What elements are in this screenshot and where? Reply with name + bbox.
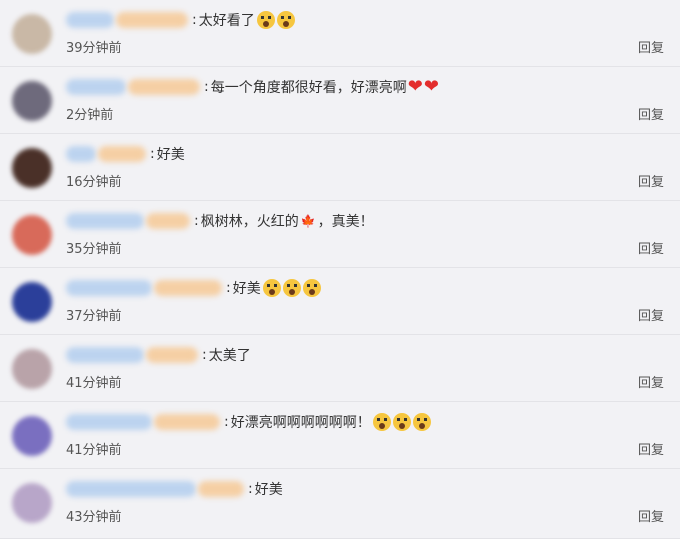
red-heart-icon: ❤ [407,76,423,97]
separator: : [150,146,155,162]
avatar[interactable] [12,483,52,523]
timestamp: 39分钟前 [66,41,122,56]
username-blurred[interactable] [116,12,188,28]
red-heart-icon: ❤ [423,76,439,97]
comment-row: : 好漂亮啊啊啊啊啊啊！ 41分钟前 回复 [0,402,680,469]
comment-text: 好漂亮啊啊啊啊啊啊！ [230,415,371,431]
comment-text: 好美 [232,281,261,297]
comment-line: : 好美 [66,477,283,501]
comment-line: : 好漂亮啊啊啊啊啊啊！ [66,410,431,434]
comment-row: : 好美 16分钟前 回复 [0,134,680,201]
scared-face-emoji-icon [282,279,301,297]
username-blurred[interactable] [66,481,196,497]
username-blurred[interactable] [66,79,126,95]
comment-text: 每一个角度都很好看，好漂亮啊 [210,80,407,96]
comment-text: 太好看了 [198,13,255,29]
timestamp: 43分钟前 [66,510,122,525]
separator: : [202,347,207,363]
username-blurred[interactable] [66,347,144,363]
scared-face-emoji-icon [256,11,275,29]
avatar[interactable] [12,81,52,121]
comment-row: : 好美 37分钟前 回复 [0,268,680,335]
scared-face-emoji-icon [392,413,411,431]
username-blurred[interactable] [98,146,146,162]
timestamp: 41分钟前 [66,443,122,458]
username-blurred[interactable] [66,280,152,296]
timestamp: 35分钟前 [66,242,122,257]
reply-button[interactable]: 回复 [638,171,664,190]
reply-button[interactable]: 回复 [638,372,664,391]
comment-row: : 好美 43分钟前 回复 [0,469,680,539]
comment-line: : 好美 [66,142,185,166]
separator: : [224,414,229,430]
avatar[interactable] [12,14,52,54]
comment-row: : 枫树林，火红的 🍁 ，真美！ 35分钟前 回复 [0,201,680,268]
scared-face-emoji-icon [302,279,321,297]
comment-row: : 每一个角度都很好看，好漂亮啊 ❤❤ 2分钟前 回复 [0,67,680,134]
username-blurred[interactable] [66,12,114,28]
username-blurred[interactable] [146,347,198,363]
maple-leaf-icon: 🍁 [300,214,316,228]
avatar[interactable] [12,215,52,255]
scared-face-emoji-icon [276,11,295,29]
emoji-group [255,11,295,29]
avatar[interactable] [12,282,52,322]
scared-face-emoji-icon [372,413,391,431]
comment-text: 太美了 [208,348,251,364]
comment-text: 好美 [156,147,185,163]
scared-face-emoji-icon [412,413,431,431]
separator: : [248,481,253,497]
comment-list: : 太好看了 39分钟前 回复 : 每一个角度都很好看，好漂亮啊 ❤❤ 2分钟前… [0,0,680,539]
timestamp: 41分钟前 [66,376,122,391]
username-blurred[interactable] [128,79,200,95]
avatar[interactable] [12,416,52,456]
username-blurred[interactable] [146,213,190,229]
emoji-group: ❤❤ [407,78,439,96]
username-blurred[interactable] [66,414,152,430]
emoji-group [371,413,431,431]
username-blurred[interactable] [66,213,144,229]
emoji-group [261,279,321,297]
comment-line: : 好美 [66,276,321,300]
username-blurred[interactable] [154,414,220,430]
comment-text: 枫树林，火红的 [200,214,299,230]
separator: : [226,280,231,296]
username-blurred[interactable] [154,280,222,296]
username-blurred[interactable] [66,146,96,162]
reply-button[interactable]: 回复 [638,37,664,56]
reply-button[interactable]: 回复 [638,104,664,123]
reply-button[interactable]: 回复 [638,238,664,257]
timestamp: 37分钟前 [66,309,122,324]
timestamp: 2分钟前 [66,108,114,123]
scared-face-emoji-icon [262,279,281,297]
separator: : [192,12,197,28]
comment-line: : 太美了 [66,343,251,367]
reply-button[interactable]: 回复 [638,305,664,324]
comment-line: : 枫树林，火红的 🍁 ，真美！ [66,209,374,233]
comment-text: 好美 [254,482,283,498]
reply-button[interactable]: 回复 [638,439,664,458]
comment-line: : 太好看了 [66,8,295,32]
avatar[interactable] [12,148,52,188]
comment-row: : 太美了 41分钟前 回复 [0,335,680,402]
reply-button[interactable]: 回复 [638,506,664,525]
username-blurred[interactable] [198,481,244,497]
comment-line: : 每一个角度都很好看，好漂亮啊 ❤❤ [66,75,439,99]
timestamp: 16分钟前 [66,175,122,190]
separator: : [194,213,199,229]
avatar[interactable] [12,349,52,389]
comment-text-tail: ，真美！ [317,214,374,230]
separator: : [204,79,209,95]
comment-row: : 太好看了 39分钟前 回复 [0,0,680,67]
